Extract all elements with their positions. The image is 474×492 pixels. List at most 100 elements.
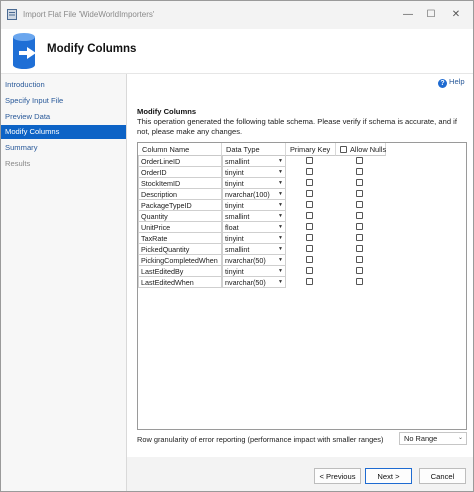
data-type-select[interactable]: smallint ▼: [222, 156, 286, 167]
next-button[interactable]: Next >: [365, 468, 412, 484]
allow-nulls-all-checkbox[interactable]: [340, 146, 347, 153]
column-name-text: TaxRate: [141, 234, 168, 243]
data-type-text: smallint: [225, 212, 250, 221]
allow-nulls-checkbox[interactable]: [356, 190, 363, 197]
allow-nulls-checkbox[interactable]: [356, 267, 363, 274]
allow-nulls-checkbox[interactable]: [356, 223, 363, 230]
cancel-button[interactable]: Cancel: [419, 468, 466, 484]
column-name-text: Quantity: [141, 212, 168, 221]
primary-key-checkbox[interactable]: [306, 201, 313, 208]
data-type-select[interactable]: nvarchar(100) ▼: [222, 189, 286, 200]
allow-nulls-checkbox[interactable]: [356, 179, 363, 186]
data-type-select[interactable]: nvarchar(50) ▼: [222, 277, 286, 288]
primary-key-checkbox[interactable]: [306, 267, 313, 274]
dropdown-arrow-icon: ▼: [278, 224, 283, 230]
previous-button[interactable]: < Previous: [314, 468, 361, 484]
primary-key-checkbox[interactable]: [306, 278, 313, 285]
sidebar-item-results: Results: [5, 159, 31, 168]
app-icon: [7, 9, 17, 20]
data-type-select[interactable]: smallint ▼: [222, 211, 286, 222]
column-name-text: LastEditedWhen: [141, 278, 194, 287]
column-name-input[interactable]: PickingCompletedWhen: [138, 255, 222, 266]
granularity-value: No Range: [404, 434, 438, 443]
primary-key-checkbox[interactable]: [306, 223, 313, 230]
data-type-select[interactable]: smallint ▼: [222, 244, 286, 255]
primary-key-checkbox[interactable]: [306, 245, 313, 252]
data-type-text: smallint: [225, 157, 250, 166]
primary-key-checkbox[interactable]: [306, 168, 313, 175]
allow-nulls-checkbox[interactable]: [356, 201, 363, 208]
dropdown-arrow-icon: ▼: [278, 213, 283, 219]
column-name-input[interactable]: PickedQuantity: [138, 244, 222, 255]
maximize-button[interactable]: ☐: [418, 5, 444, 25]
data-type-select[interactable]: nvarchar(50) ▼: [222, 255, 286, 266]
data-type-text: nvarchar(50): [225, 256, 266, 265]
column-name-input[interactable]: StockItemID: [138, 178, 222, 189]
allow-nulls-checkbox[interactable]: [356, 278, 363, 285]
help-link[interactable]: ? Help: [438, 77, 465, 88]
column-name-input[interactable]: UnitPrice: [138, 222, 222, 233]
primary-key-checkbox[interactable]: [306, 179, 313, 186]
header-data-type: Data Type: [222, 143, 286, 156]
data-type-select[interactable]: tinyint ▼: [222, 200, 286, 211]
header-allow-nulls[interactable]: Allow Nulls: [336, 143, 386, 156]
column-name-input[interactable]: LastEditedBy: [138, 266, 222, 277]
column-name-text: PickedQuantity: [141, 245, 190, 254]
sidebar-item-summary[interactable]: Summary: [1, 141, 126, 155]
title-bar: Import Flat File 'WideWorldImporters' — …: [1, 1, 473, 29]
primary-key-checkbox[interactable]: [306, 212, 313, 219]
database-import-icon: [13, 33, 36, 69]
data-type-select[interactable]: tinyint ▼: [222, 178, 286, 189]
dropdown-arrow-icon: ▼: [278, 246, 283, 252]
column-name-input[interactable]: OrderID: [138, 167, 222, 178]
column-name-text: UnitPrice: [141, 223, 171, 232]
dropdown-arrow-icon: ▼: [278, 268, 283, 274]
help-label: Help: [449, 77, 465, 86]
column-name-input[interactable]: TaxRate: [138, 233, 222, 244]
column-schema-grid: Column Name Data Type Primary Key Allow …: [137, 142, 467, 430]
column-name-text: OrderID: [141, 168, 167, 177]
column-name-text: LastEditedBy: [141, 267, 184, 276]
import-wizard-window: Import Flat File 'WideWorldImporters' — …: [0, 0, 474, 492]
primary-key-checkbox[interactable]: [306, 256, 313, 263]
data-type-text: tinyint: [225, 179, 244, 188]
section-description: This operation generated the following t…: [137, 117, 457, 136]
sidebar-item-preview-data[interactable]: Preview Data: [1, 110, 126, 124]
close-button[interactable]: ✕: [443, 5, 469, 25]
allow-nulls-checkbox[interactable]: [356, 245, 363, 252]
header-allow-nulls-label: Allow Nulls: [350, 145, 387, 154]
allow-nulls-checkbox[interactable]: [356, 256, 363, 263]
data-type-select[interactable]: float ▼: [222, 222, 286, 233]
wizard-steps-sidebar: Introduction Specify Input File Preview …: [1, 74, 127, 491]
primary-key-checkbox[interactable]: [306, 190, 313, 197]
granularity-label: Row granularity of error reporting (perf…: [137, 435, 384, 444]
data-type-text: tinyint: [225, 168, 244, 177]
sidebar-item-specify-input-file[interactable]: Specify Input File: [1, 94, 126, 108]
dropdown-arrow-icon: ▼: [278, 235, 283, 241]
column-name-input[interactable]: PackageTypeID: [138, 200, 222, 211]
column-name-input[interactable]: LastEditedWhen: [138, 277, 222, 288]
column-name-text: PackageTypeID: [141, 201, 192, 210]
dropdown-arrow-icon: ▼: [278, 180, 283, 186]
column-name-input[interactable]: Description: [138, 189, 222, 200]
data-type-select[interactable]: tinyint ▼: [222, 167, 286, 178]
data-type-text: nvarchar(50): [225, 278, 266, 287]
primary-key-checkbox[interactable]: [306, 157, 313, 164]
wizard-header: Modify Columns: [1, 29, 473, 74]
allow-nulls-checkbox[interactable]: [356, 157, 363, 164]
data-type-select[interactable]: tinyint ▼: [222, 266, 286, 277]
data-type-select[interactable]: tinyint ▼: [222, 233, 286, 244]
column-name-input[interactable]: OrderLineID: [138, 156, 222, 167]
granularity-select[interactable]: No Range ⌄: [399, 432, 467, 445]
primary-key-checkbox[interactable]: [306, 234, 313, 241]
allow-nulls-checkbox[interactable]: [356, 234, 363, 241]
sidebar-item-modify-columns[interactable]: Modify Columns: [1, 125, 126, 139]
dropdown-arrow-icon: ▼: [278, 169, 283, 175]
data-type-text: tinyint: [225, 234, 244, 243]
window-title: Import Flat File 'WideWorldImporters': [23, 10, 155, 19]
column-name-input[interactable]: Quantity: [138, 211, 222, 222]
sidebar-item-introduction[interactable]: Introduction: [1, 78, 126, 92]
dropdown-arrow-icon: ▼: [278, 202, 283, 208]
allow-nulls-checkbox[interactable]: [356, 212, 363, 219]
allow-nulls-checkbox[interactable]: [356, 168, 363, 175]
